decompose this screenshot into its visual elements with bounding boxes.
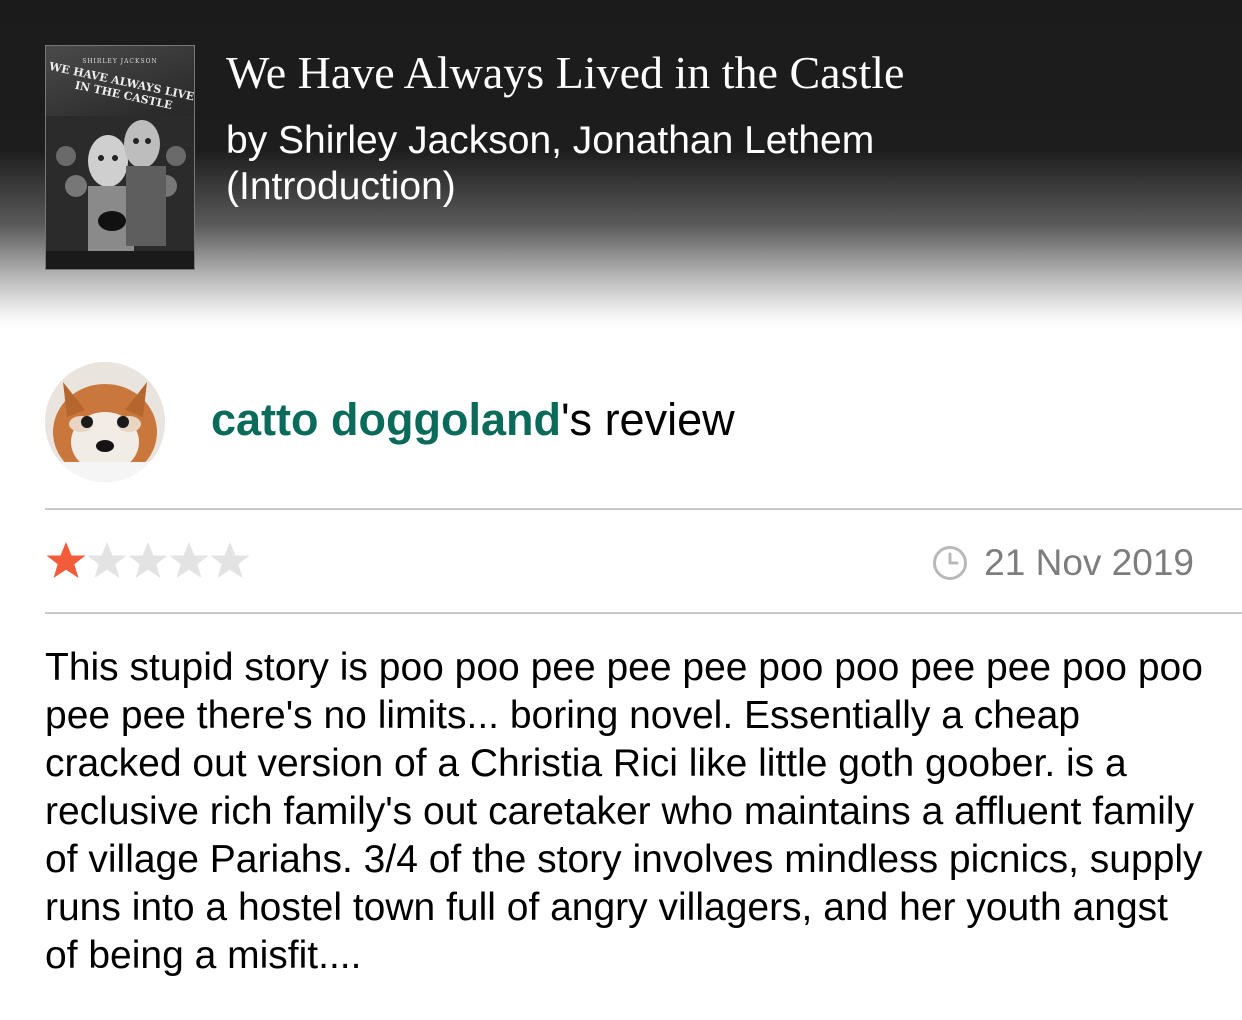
star-rating	[45, 540, 250, 586]
star-empty-icon	[87, 542, 127, 578]
star-empty-icon	[128, 542, 168, 578]
divider	[45, 508, 1242, 510]
review-date-text: 21 Nov 2019	[984, 542, 1194, 583]
reviewer-avatar[interactable]	[45, 362, 165, 482]
divider	[45, 612, 1242, 614]
clock-icon	[933, 546, 968, 580]
fox-avatar-image	[45, 362, 165, 482]
review-heading-suffix: 's review	[560, 394, 735, 445]
book-title[interactable]: We Have Always Lived in the Castle	[226, 46, 1206, 100]
star-empty-icon	[210, 542, 250, 578]
cover-illustration	[46, 116, 194, 269]
book-cover[interactable]: SHIRLEY JACKSON WE HAVE ALWAYS LIVED IN …	[45, 45, 195, 270]
reviewer-name-link[interactable]: catto doggoland	[211, 394, 561, 445]
book-author[interactable]: by Shirley Jackson, Jonathan Lethem (Int…	[226, 118, 986, 210]
review-heading: catto doggoland's review	[211, 393, 735, 447]
book-header: SHIRLEY JACKSON WE HAVE ALWAYS LIVED IN …	[0, 0, 1242, 330]
star-filled-icon	[46, 542, 86, 578]
review-body-text: This stupid story is poo poo pee pee pee…	[45, 646, 1203, 977]
review-date: 21 Nov 2019	[932, 540, 1194, 586]
star-empty-icon	[169, 542, 209, 578]
cover-title-text: WE HAVE ALWAYS LIVED IN THE CASTLE	[47, 59, 195, 113]
